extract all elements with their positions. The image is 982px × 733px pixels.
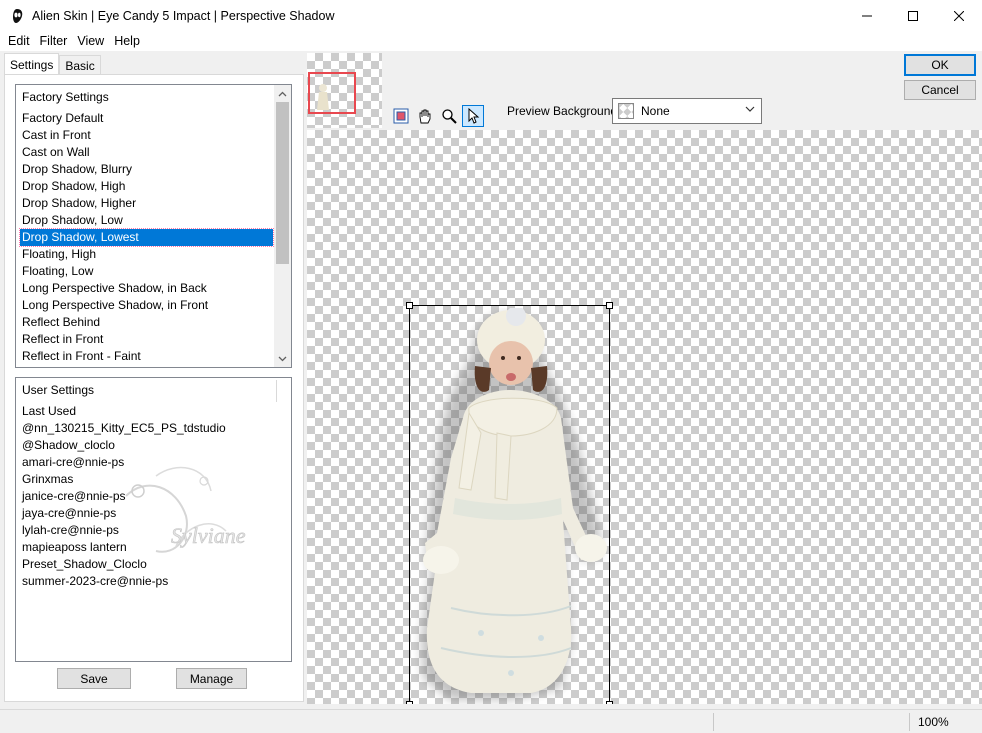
- user-preset-item[interactable]: @nn_130215_Kitty_EC5_PS_tdstudio: [20, 420, 273, 437]
- factory-preset-item[interactable]: Reflect in Front - Faint: [20, 348, 273, 365]
- alien-skin-icon: [13, 8, 23, 23]
- factory-scroll-thumb[interactable]: [276, 102, 289, 264]
- menu-filter[interactable]: Filter: [35, 34, 73, 48]
- preview-canvas[interactable]: [307, 130, 982, 704]
- preview-background-label: Preview Background:: [507, 104, 621, 118]
- factory-preset-item[interactable]: Drop Shadow, High: [20, 178, 273, 195]
- zoom-icon: [442, 109, 457, 124]
- pointer-icon: [468, 108, 480, 124]
- scroll-down-arrow[interactable]: [274, 350, 291, 367]
- preview-navigator[interactable]: [307, 53, 382, 128]
- status-divider: [909, 713, 910, 731]
- factory-preset-item[interactable]: Cast on Wall: [20, 144, 273, 161]
- ok-button[interactable]: OK: [904, 54, 976, 76]
- navigate-tool[interactable]: [390, 105, 412, 127]
- title-bar: Alien Skin | Eye Candy 5 Impact | Perspe…: [0, 0, 982, 31]
- minimize-button[interactable]: [844, 0, 890, 31]
- user-preset-item[interactable]: @Shadow_cloclo: [20, 437, 273, 454]
- user-preset-item[interactable]: Last Used: [20, 403, 273, 420]
- factory-preset-item[interactable]: Long Perspective Shadow, in Back: [20, 280, 273, 297]
- menu-bar: Edit Filter View Help: [0, 31, 982, 51]
- factory-preset-item[interactable]: Factory Default: [20, 110, 273, 127]
- cancel-button[interactable]: Cancel: [904, 80, 976, 100]
- user-settings-list[interactable]: User Settings Last Used @nn_130215_Kitty_…: [15, 377, 292, 662]
- resize-handle-bl[interactable]: [406, 701, 413, 704]
- resize-handle-tl[interactable]: [406, 302, 413, 309]
- chevron-down-icon: [278, 356, 287, 361]
- minimize-icon: [862, 15, 872, 16]
- factory-settings-items: Factory Default Cast in Front Cast on Wall…: [19, 110, 274, 365]
- factory-preset-item[interactable]: Cast in Front: [20, 127, 273, 144]
- zoom-tool[interactable]: [438, 105, 460, 127]
- factory-preset-item[interactable]: Floating, High: [20, 246, 273, 263]
- tab-basic[interactable]: Basic: [59, 55, 101, 75]
- factory-preset-item[interactable]: Drop Shadow, Higher: [20, 195, 273, 212]
- factory-preset-item[interactable]: Drop Shadow, Blurry: [20, 161, 273, 178]
- navigate-icon: [393, 108, 409, 124]
- resize-handle-tr[interactable]: [606, 302, 613, 309]
- factory-settings-list[interactable]: Factory Settings Factory Default Cast in …: [15, 84, 292, 368]
- factory-scrollbar[interactable]: [274, 85, 291, 367]
- status-bar: 100%: [0, 709, 982, 733]
- chevron-down-icon: [745, 106, 755, 112]
- background-swatch: [618, 103, 634, 119]
- preview-background-value: None: [641, 104, 670, 118]
- factory-preset-item[interactable]: Long Perspective Shadow, in Front: [20, 297, 273, 314]
- factory-settings-header: Factory Settings: [22, 90, 109, 104]
- save-button[interactable]: Save: [57, 668, 131, 689]
- close-icon: [954, 10, 964, 21]
- window-title: Alien Skin | Eye Candy 5 Impact | Perspe…: [32, 8, 335, 23]
- resize-handle-br[interactable]: [606, 701, 613, 704]
- maximize-button[interactable]: [890, 0, 936, 31]
- pointer-tool[interactable]: [462, 105, 484, 127]
- menu-help[interactable]: Help: [109, 34, 145, 48]
- close-button[interactable]: [936, 0, 982, 31]
- navigator-view-frame[interactable]: [308, 72, 356, 114]
- manage-button[interactable]: Manage: [176, 668, 247, 689]
- factory-preset-item[interactable]: Drop Shadow, Lowest: [19, 228, 274, 247]
- hand-icon: [419, 109, 431, 124]
- preview-toolbar: [390, 105, 484, 127]
- header-divider: [276, 380, 277, 402]
- preview-background-select[interactable]: None: [612, 98, 762, 124]
- tab-settings[interactable]: Settings: [4, 53, 60, 75]
- watermark-text: Sylviane: [171, 523, 246, 548]
- zoom-level: 100%: [918, 715, 949, 729]
- factory-preset-item[interactable]: Reflect Behind: [20, 314, 273, 331]
- selection-box[interactable]: [406, 302, 613, 704]
- factory-preset-item[interactable]: Drop Shadow, Low: [20, 212, 273, 229]
- maximize-icon: [908, 10, 918, 21]
- factory-preset-item[interactable]: Reflect in Front: [20, 331, 273, 348]
- settings-tabs: Settings Basic: [4, 53, 101, 75]
- menu-edit[interactable]: Edit: [3, 34, 35, 48]
- sylviane-watermark: Sylviane: [125, 466, 246, 553]
- user-settings-header: User Settings: [22, 383, 95, 397]
- status-divider: [713, 713, 714, 731]
- hand-tool[interactable]: [414, 105, 436, 127]
- menu-view[interactable]: View: [72, 34, 109, 48]
- chevron-up-icon: [278, 91, 287, 96]
- scroll-up-arrow[interactable]: [274, 85, 291, 102]
- factory-preset-item[interactable]: Floating, Low: [20, 263, 273, 280]
